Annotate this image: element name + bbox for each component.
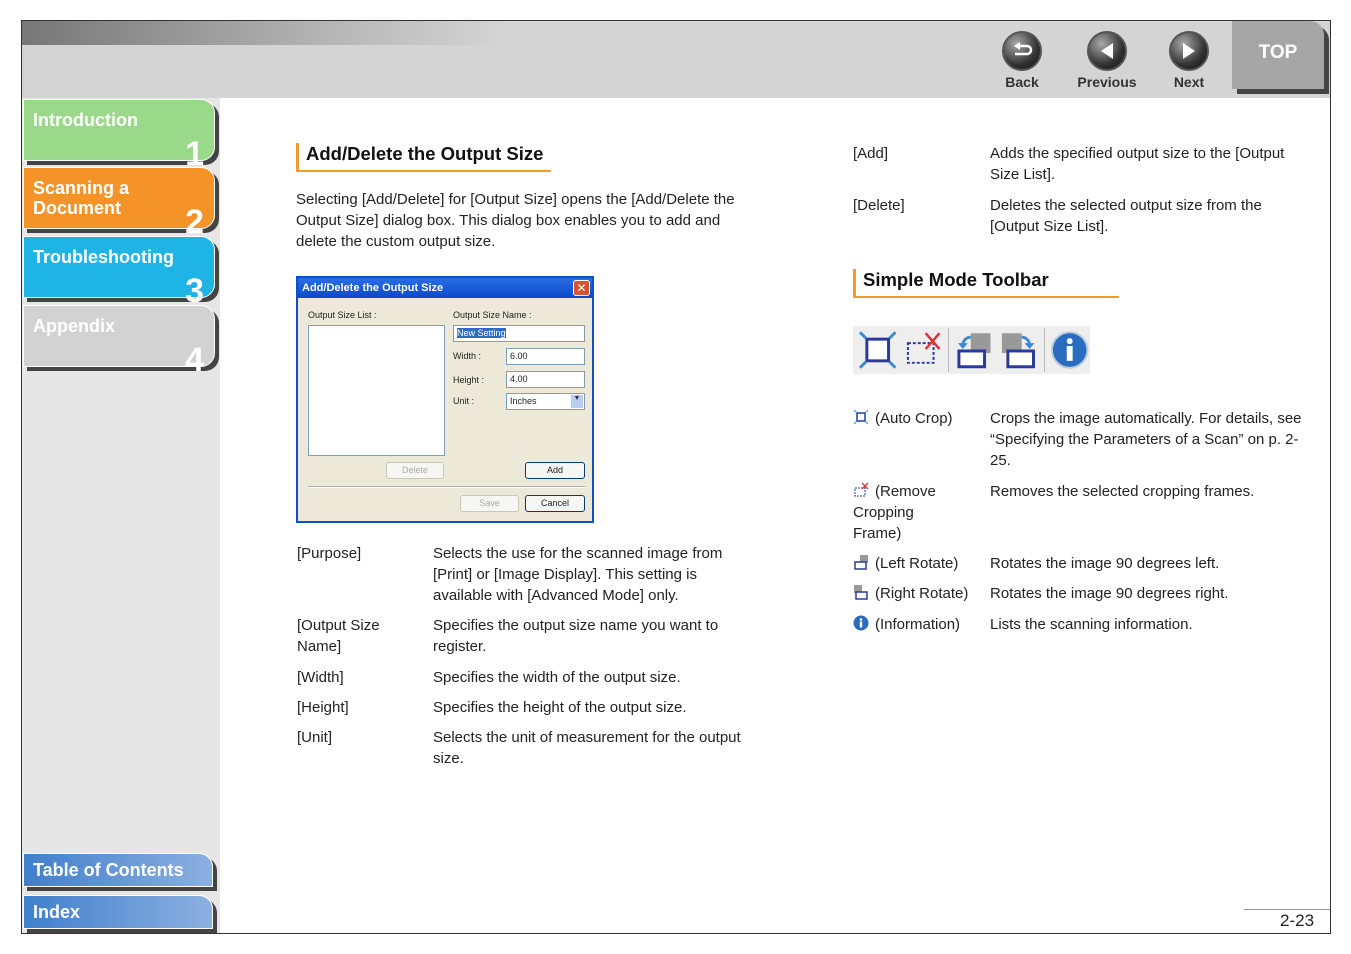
width-label: Width :: [453, 351, 482, 361]
tab-label: Appendix: [33, 316, 116, 336]
next-button[interactable]: Next: [1154, 31, 1224, 90]
definition-term: [Purpose]: [297, 545, 362, 562]
information-icon[interactable]: [1049, 329, 1090, 371]
definition-term: [Unit]: [297, 729, 333, 746]
left-rotate-icon[interactable]: [953, 329, 994, 371]
definition-description: Deletes the selected output size from th…: [990, 197, 1262, 235]
top-bar: Back Previous Next: [22, 21, 1330, 98]
name-value: New Setting: [457, 328, 506, 338]
tool-description: Rotates the image 90 degrees left.: [990, 555, 1220, 572]
tool-name: (Right Rotate): [875, 585, 969, 602]
name-label: Output Size Name :: [453, 310, 532, 320]
back-icon: [1002, 31, 1042, 71]
definition-term: [Output Size Name]: [297, 617, 380, 655]
unit-label: Unit :: [453, 396, 475, 406]
unit-value: Inches: [510, 396, 537, 406]
section-title-output-size: Add/Delete the Output Size: [296, 143, 552, 172]
toolbar-divider: [947, 328, 949, 372]
definition-description: Specifies the output size name you want …: [433, 617, 719, 655]
tab-label: Troubleshooting: [33, 247, 174, 267]
width-input[interactable]: 6.00: [506, 348, 585, 365]
right-rotate-icon: [853, 585, 875, 602]
definition-term: [Add]: [853, 145, 889, 162]
top-gradient: [22, 21, 502, 45]
cancel-button[interactable]: Cancel: [525, 495, 585, 512]
back-button[interactable]: Back: [987, 31, 1057, 90]
tool-description: Crops the image automatically. For detai…: [990, 410, 1302, 469]
page-frame: Back Previous Next TOP Introduction 1 Scan…: [21, 20, 1331, 934]
add-button[interactable]: Add: [525, 462, 585, 479]
definition-term: [Delete]: [853, 197, 905, 214]
chevron-down-icon: ▼: [571, 395, 583, 408]
delete-button[interactable]: Delete: [386, 462, 444, 479]
top-button[interactable]: TOP: [1232, 21, 1324, 89]
definition-description: Selects the unit of measurement for the …: [433, 729, 741, 767]
list-label: Output Size List :: [308, 310, 377, 320]
add-delete-output-size-dialog: Add/Delete the Output Size ✕ Output Size…: [296, 276, 594, 523]
output-size-name-input[interactable]: New Setting: [453, 325, 585, 342]
next-icon: [1169, 31, 1209, 71]
sidebar-tab-4[interactable]: Appendix 4: [23, 305, 215, 379]
definition-description: Specifies the width of the output size.: [433, 669, 681, 686]
simple-mode-toolbar: [853, 326, 1090, 374]
tab-number: 3: [185, 272, 204, 310]
tab-number: 4: [185, 341, 204, 379]
save-button[interactable]: Save: [460, 495, 519, 512]
unit-select[interactable]: Inches ▼: [506, 393, 585, 410]
tab-number: 1: [185, 135, 204, 173]
tab-label: Introduction: [33, 110, 138, 130]
definition-description: Selects the use for the scanned image fr…: [433, 545, 723, 604]
definition-description: Specifies the height of the output size.: [433, 699, 687, 716]
sidebar: Introduction 1 Scanning a Document 2 Trouble…: [22, 98, 220, 933]
divider: [308, 486, 585, 488]
tab-number: 2: [185, 203, 204, 241]
page-number: 2-23: [1280, 911, 1315, 930]
height-input[interactable]: 4.00: [506, 371, 585, 388]
height-label: Height :: [453, 375, 485, 385]
definition-term: [Width]: [297, 669, 344, 686]
section-title-toolbar: Simple Mode Toolbar: [853, 269, 1119, 298]
tool-name: (Left Rotate): [875, 555, 959, 572]
sidebar-tab-3[interactable]: Troubleshooting 3: [23, 236, 215, 310]
sidebar-tab-1[interactable]: Introduction 1: [23, 99, 215, 173]
remove-cropping-frame-icon: [853, 482, 875, 500]
tool-description: Lists the scanning information.: [990, 616, 1193, 633]
tool-name: (Auto Crop): [875, 410, 953, 427]
information-icon: [853, 615, 875, 633]
dialog-title: Add/Delete the Output Size: [298, 278, 592, 298]
index-link[interactable]: Index: [23, 895, 213, 929]
tool-name: (Information): [875, 616, 961, 633]
definition-description: Adds the specified output size to the [O…: [990, 145, 1285, 183]
definition-term: [Height]: [297, 699, 349, 716]
left-rotate-icon: [853, 555, 875, 572]
tab-label: Scanning a Document: [33, 178, 130, 218]
tool-description: Removes the selected cropping frames.: [990, 483, 1255, 500]
right-rotate-icon[interactable]: [998, 329, 1039, 371]
previous-icon: [1087, 31, 1127, 71]
remove-cropping-frame-icon[interactable]: [902, 329, 943, 371]
table-of-contents-link[interactable]: Table of Contents: [23, 853, 213, 887]
sidebar-tab-2[interactable]: Scanning a Document 2: [23, 167, 215, 241]
auto-crop-icon[interactable]: [857, 329, 898, 371]
output-size-list[interactable]: [308, 325, 445, 456]
intro-paragraph: Selecting [Add/Delete] for [Output Size]…: [296, 191, 735, 250]
auto-crop-icon: [853, 409, 875, 427]
toolbar-divider: [1043, 328, 1045, 372]
tool-description: Rotates the image 90 degrees right.: [990, 585, 1229, 602]
close-icon[interactable]: ✕: [573, 280, 590, 296]
previous-button[interactable]: Previous: [1072, 31, 1142, 90]
